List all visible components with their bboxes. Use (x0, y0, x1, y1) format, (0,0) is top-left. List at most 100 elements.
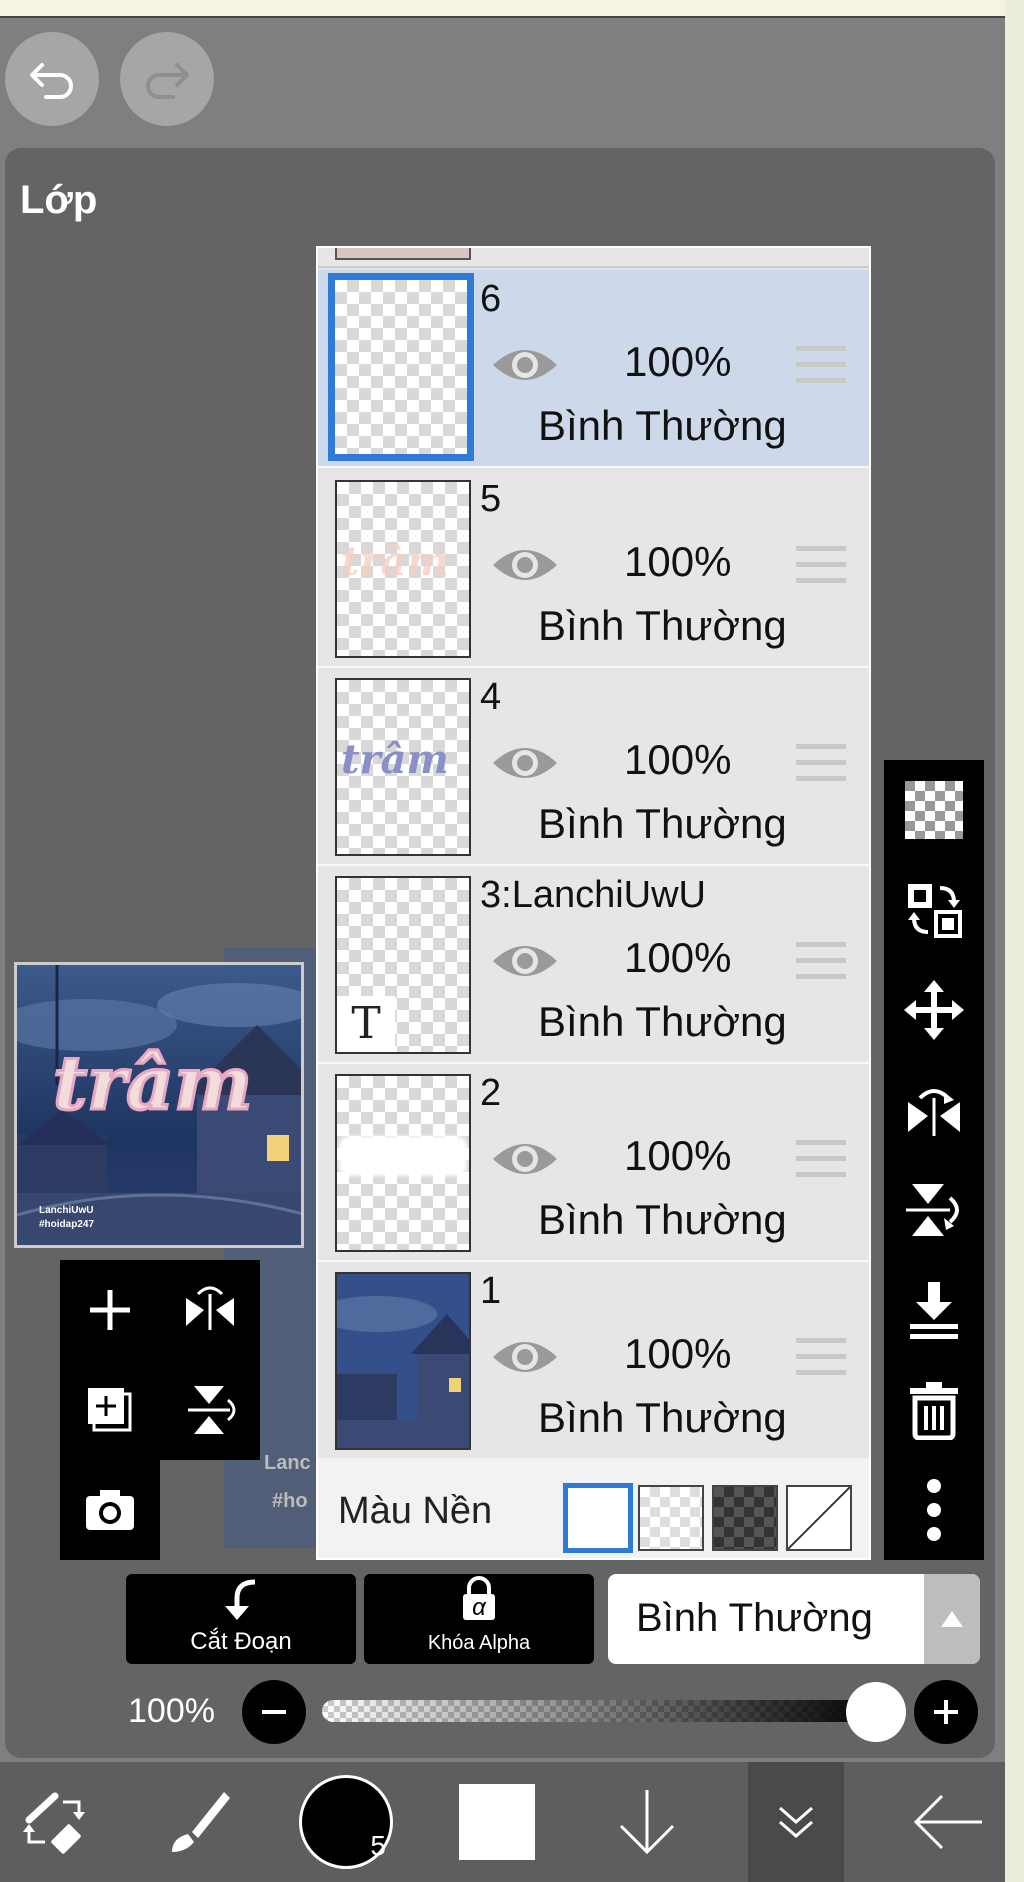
layer-list: 6 100% Bình Thường trâm 5 100% Bình Thườ… (316, 246, 871, 1560)
bg-dark-checker-swatch[interactable] (712, 1485, 778, 1551)
checker-icon (905, 781, 963, 839)
opacity-decrease-button[interactable] (242, 1680, 306, 1744)
chevron-double-down-icon (779, 1806, 813, 1838)
layer-thumbnail[interactable] (328, 273, 474, 461)
camera-layer-button[interactable] (60, 1460, 160, 1560)
blend-mode-value: Bình Thường (636, 1596, 873, 1640)
add-layer-button[interactable] (60, 1260, 160, 1360)
drag-handle-icon[interactable] (796, 940, 846, 982)
edge-strip (1005, 0, 1024, 1882)
layer-thumbnail[interactable] (335, 1272, 471, 1450)
blend-mode-dropdown[interactable] (924, 1574, 980, 1664)
drag-handle-icon[interactable] (796, 742, 846, 784)
alpha-symbol: α (472, 1594, 486, 1621)
thumb-text: trâm (341, 736, 449, 783)
eye-icon[interactable] (490, 1134, 560, 1184)
undo-icon (30, 63, 73, 99)
layer-blend-mode[interactable]: Bình Thường (538, 998, 787, 1046)
layer-opacity[interactable]: 100% (624, 1330, 731, 1378)
layer-opacity[interactable]: 100% (624, 934, 731, 982)
opacity-slider-row: 100% (0, 1670, 1000, 1754)
bg-white-swatch[interactable] (563, 1483, 633, 1553)
layer-thumbnail[interactable]: T (335, 876, 471, 1054)
layer-menu-button[interactable] (748, 1762, 844, 1882)
layer-row[interactable]: 6 100% Bình Thường (318, 270, 869, 468)
layer-blend-mode[interactable]: Bình Thường (538, 602, 787, 650)
background-color-row: Màu Nền (318, 1458, 869, 1558)
layer-opacity[interactable]: 100% (624, 1132, 731, 1180)
flip-vertical-icon (906, 1184, 959, 1236)
bg-none-swatch[interactable] (786, 1485, 852, 1551)
canvas-preview[interactable]: trâm LanchiUwU #hoidap247 (14, 962, 304, 1248)
opacity-value-label: 100% (128, 1692, 215, 1730)
blend-mode-select[interactable]: Bình Thường (608, 1574, 980, 1664)
plus-icon (90, 1290, 130, 1330)
delete-layer-button[interactable] (884, 1360, 984, 1460)
eye-icon[interactable] (490, 936, 560, 986)
more-options-button[interactable] (884, 1460, 984, 1560)
redo-button[interactable] (120, 32, 214, 126)
flip-vertical-icon (188, 1386, 236, 1434)
trash-icon (910, 1382, 958, 1440)
alpha-lock-label: Khóa Alpha (427, 1632, 531, 1654)
flip-horizontal-icon (186, 1286, 234, 1330)
clipping-button[interactable]: Cắt Đoạn (126, 1574, 356, 1664)
opacity-slider-track[interactable] (322, 1700, 882, 1722)
clipping-label: Cắt Đoạn (190, 1628, 292, 1655)
layer-opacity[interactable]: 100% (624, 338, 731, 386)
drag-handle-icon[interactable] (796, 544, 846, 586)
flip-horizontal-button[interactable] (160, 1260, 260, 1360)
brush-tool-button[interactable] (155, 1762, 245, 1882)
drag-handle-icon[interactable] (796, 344, 846, 386)
layer-name: 2 (480, 1072, 502, 1114)
move-icon (904, 980, 964, 1040)
back-button[interactable] (900, 1762, 996, 1882)
layer-name: 1 (480, 1270, 502, 1312)
more-vertical-icon (927, 1479, 941, 1541)
triangle-up-icon (941, 1611, 963, 1627)
layer-blend-mode[interactable]: Bình Thường (538, 1394, 787, 1442)
layer-row[interactable]: 1 100% Bình Thường (318, 1262, 869, 1460)
swap-layer-button[interactable] (884, 860, 984, 960)
eye-icon[interactable] (490, 340, 560, 390)
drag-handle-icon[interactable] (796, 1336, 846, 1378)
layer-row[interactable]: T 3:LanchiUwU 100% Bình Thường (318, 866, 869, 1064)
status-strip (0, 0, 1005, 18)
alpha-lock-button[interactable]: α Khóa Alpha (364, 1574, 594, 1664)
layer-row[interactable]: trâm 4 100% Bình Thường (318, 668, 869, 866)
brush-size-button[interactable]: 5 (296, 1762, 396, 1882)
selection-tool-button[interactable] (10, 1762, 100, 1882)
merge-down-button[interactable] (884, 1260, 984, 1360)
color-button[interactable] (452, 1762, 542, 1882)
layer-blend-mode[interactable]: Bình Thường (538, 402, 787, 450)
clipping-arrow-icon (225, 1579, 256, 1620)
flip-vertical-button[interactable] (160, 1360, 260, 1460)
layer-thumbnail[interactable] (335, 1074, 471, 1252)
layer-row[interactable]: 2 100% Bình Thường (318, 1064, 869, 1262)
layer-blend-mode[interactable]: Bình Thường (538, 1196, 787, 1244)
eye-icon[interactable] (490, 1332, 560, 1382)
transparency-button[interactable] (884, 760, 984, 860)
layer-opacity[interactable]: 100% (624, 538, 731, 586)
minus-icon (262, 1710, 286, 1714)
down-arrow-button[interactable] (602, 1762, 692, 1882)
swap-icon (908, 884, 962, 938)
layer-thumbnail[interactable]: trâm (335, 678, 471, 856)
drag-handle-icon[interactable] (796, 1138, 846, 1180)
app-screen: Lớp Lanc #ho trâm LanchiUwU #hoidap247 6… (0, 0, 1024, 1882)
background-color-label: Màu Nền (338, 1490, 493, 1532)
eye-icon[interactable] (490, 738, 560, 788)
move-button[interactable] (884, 960, 984, 1060)
undo-button[interactable] (5, 32, 99, 126)
layer-blend-mode[interactable]: Bình Thường (538, 800, 787, 848)
bg-transparent-swatch[interactable] (638, 1485, 704, 1551)
eye-icon[interactable] (490, 540, 560, 590)
opacity-slider-thumb[interactable] (846, 1682, 906, 1742)
flip-vertical-right-button[interactable] (884, 1160, 984, 1260)
layer-opacity[interactable]: 100% (624, 736, 731, 784)
opacity-increase-button[interactable] (914, 1680, 978, 1744)
layer-thumbnail[interactable]: trâm (335, 480, 471, 658)
layer-row[interactable]: trâm 5 100% Bình Thường (318, 470, 869, 668)
add-copy-layer-button[interactable] (60, 1360, 160, 1460)
flip-horizontal-right-button[interactable] (884, 1060, 984, 1160)
